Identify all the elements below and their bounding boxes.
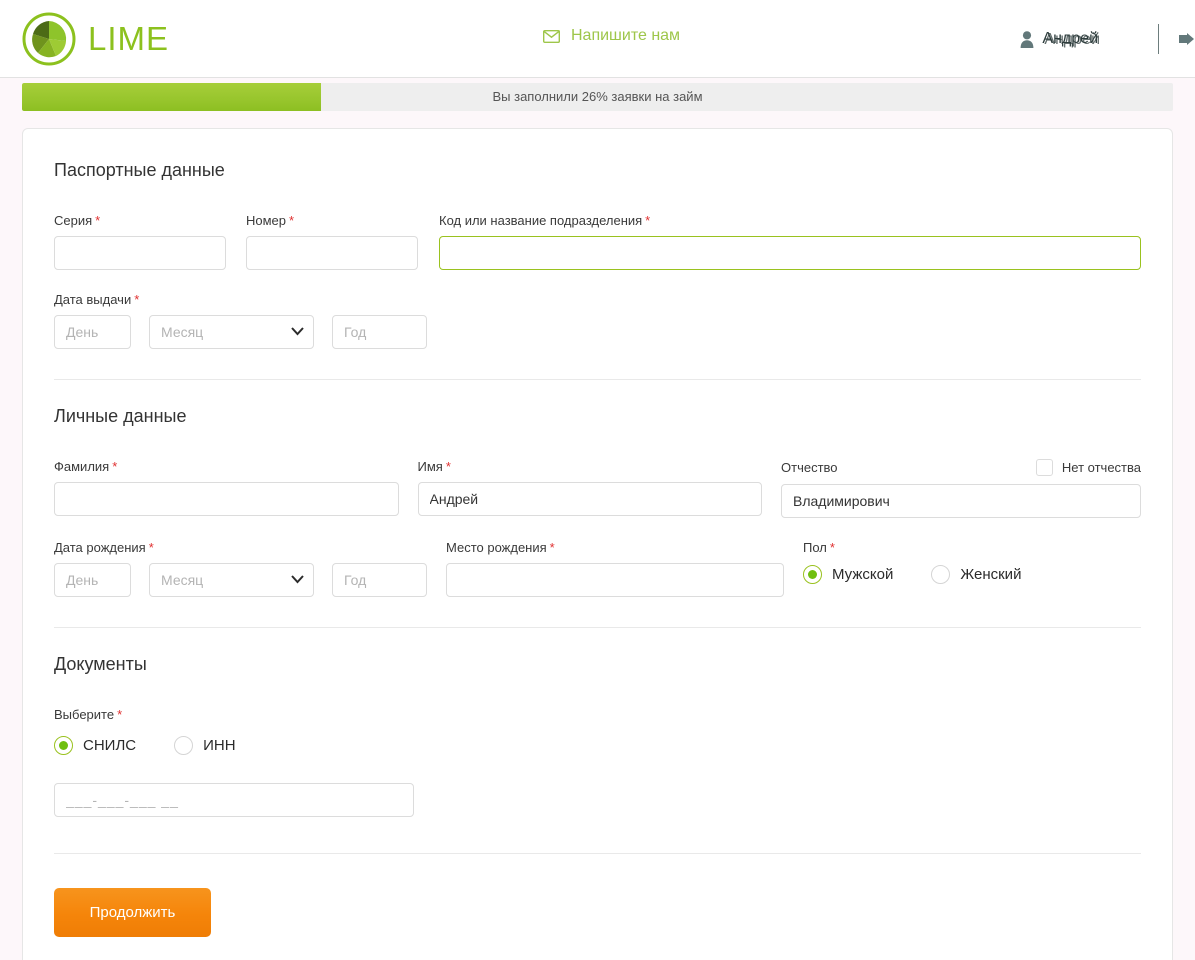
kod-input[interactable] — [439, 236, 1141, 270]
site-header: LIME Напишите нам Андрей — [0, 0, 1195, 78]
imya-input[interactable] — [417, 482, 762, 516]
user-name[interactable]: Андрей — [1042, 30, 1099, 49]
field-familiya: Фамилия * — [54, 459, 399, 516]
write-to-us-link[interactable]: Напишите нам — [543, 27, 680, 45]
mesto-rozhdeniya-label: Место рождения * — [446, 540, 555, 555]
header-divider — [1158, 24, 1159, 54]
required-marker: * — [112, 459, 118, 474]
personal-section-title: Личные данные — [54, 406, 187, 426]
nomer-input[interactable] — [246, 236, 418, 270]
mesto-rozhdeniya-input[interactable] — [446, 563, 784, 597]
documents-spacer — [54, 755, 1141, 775]
kod-label: Код или название подразделения * — [439, 213, 651, 228]
date-rozhdeniya-month-select[interactable]: Месяц — [149, 563, 314, 597]
passport-row-2: Дата выдачи* Месяц — [54, 292, 1141, 349]
radio-snils[interactable] — [54, 736, 73, 755]
divider-documents-submit — [54, 853, 1141, 854]
otchestvo-label: Отчество — [781, 460, 838, 475]
no-patronymic-checkbox[interactable] — [1035, 459, 1053, 476]
inn-label: ИНН — [203, 737, 236, 754]
documents-section-title: Документы — [54, 654, 147, 674]
otchestvo-header: Отчество Нет отчества — [781, 459, 1141, 476]
field-seria: Серия * — [54, 213, 226, 270]
write-to-us-label: Напишите нам — [571, 27, 681, 44]
field-imya: Имя * — [417, 459, 762, 516]
pol-radio-group: Мужской Женский — [803, 565, 1141, 584]
no-patronymic-label: Нет отчества — [1061, 460, 1141, 475]
divider-passport-personal — [54, 379, 1141, 380]
progress-track: Вы заполнили 26% заявки на займ — [22, 83, 1173, 111]
logout-icon — [1179, 33, 1194, 45]
no-patronymic-checkbox-row[interactable]: Нет отчества — [1035, 459, 1141, 476]
seria-input[interactable] — [54, 236, 226, 270]
date-rozhdeniya-day-input[interactable] — [54, 563, 131, 597]
otchestvo-input[interactable] — [781, 484, 1141, 518]
application-form-card: Паспортные данные Серия * Номер * Код или … — [22, 128, 1173, 960]
field-mesto-rozhdeniya: Место рождения * — [446, 540, 784, 597]
pol-female-label: Женский — [960, 566, 1022, 583]
section-personal: Личные данные Фамилия* Имя* Отчество — [54, 406, 1141, 597]
date-rozhdeniya-month-select-wrap: Месяц — [149, 563, 314, 597]
passport-section-title: Паспортные данные — [54, 160, 225, 180]
snils-label: СНИЛС — [83, 737, 137, 754]
required-marker: * — [445, 459, 451, 474]
field-document-type: Выберите * СНИЛС ИНН — [54, 707, 1141, 755]
document-type-radio-group: СНИЛС ИНН — [54, 736, 1141, 755]
date-vydachi-month-select[interactable]: Месяц — [149, 315, 314, 349]
vyberite-label: Выберите * — [54, 707, 123, 722]
application-progress: Вы заполнили 26% заявки на займ — [0, 83, 1195, 117]
user-icon — [1021, 30, 1034, 48]
document-option-inn[interactable]: ИНН — [174, 736, 236, 755]
pol-label: Пол * — [803, 540, 835, 555]
radio-male[interactable] — [803, 565, 822, 584]
familiya-label: Фамилия * — [54, 459, 118, 474]
section-documents: Документы Выберите * СНИЛС ИНН — [54, 654, 1141, 817]
date-vydachi-year-input[interactable] — [332, 315, 427, 349]
progress-label: Вы заполнили 26% заявки на займ — [492, 89, 703, 104]
required-marker: * — [117, 707, 123, 722]
pol-option-female[interactable]: Женский — [931, 565, 1021, 584]
field-date-vydachi: Дата выдачи* Месяц — [54, 292, 427, 349]
required-marker: * — [829, 540, 835, 555]
required-marker: * — [645, 213, 651, 228]
required-marker: * — [289, 213, 295, 228]
date-vydachi-month-select-wrap: Месяц — [149, 315, 314, 349]
pol-option-male[interactable]: Мужской — [803, 565, 893, 584]
field-pol: Пол * Мужской Женский — [803, 540, 1141, 584]
required-marker: * — [95, 213, 101, 228]
user-area: Андрей — [1020, 0, 1195, 78]
nomer-label: Номер * — [246, 213, 295, 228]
required-marker: * — [134, 292, 140, 307]
field-otchestvo: Отчество Нет отчества — [781, 459, 1141, 518]
radio-inn[interactable] — [174, 736, 194, 755]
section-passport: Паспортные данные Серия * Номер * Код или … — [54, 160, 1141, 349]
personal-row-2: Дата рождения* Месяц — [54, 540, 1141, 597]
date-rozhdeniya-label: Дата рождения * — [54, 540, 154, 555]
required-marker: * — [549, 540, 555, 555]
continue-button[interactable]: Продолжить — [54, 888, 211, 937]
logo[interactable]: LIME — [22, 12, 169, 66]
date-vydachi-day-input[interactable] — [54, 315, 131, 349]
personal-row-1: Фамилия* Имя* Отчество Нет отчества — [54, 459, 1141, 518]
passport-row-1: Серия * Номер * Код или название подраздел… — [54, 213, 1141, 270]
field-kod-podrazdeleniya: Код или название подразделения * — [439, 213, 1141, 270]
radio-female[interactable] — [931, 565, 951, 584]
imya-label: Имя * — [417, 459, 451, 474]
date-vydachi-label: Дата выдачи * — [54, 292, 140, 307]
snils-number-input[interactable] — [54, 783, 414, 817]
divider-personal-documents — [54, 627, 1141, 628]
lime-logo-icon — [22, 12, 76, 66]
logout-button[interactable] — [1179, 31, 1195, 47]
mail-icon — [543, 29, 560, 43]
required-marker: * — [148, 540, 154, 555]
document-option-snils[interactable]: СНИЛС — [54, 736, 136, 755]
familiya-input[interactable] — [54, 482, 399, 516]
field-nomer: Номер * — [246, 213, 418, 270]
field-date-rozhdeniya: Дата рождения* Месяц — [54, 540, 427, 597]
pol-male-label: Мужской — [832, 566, 894, 583]
brand-name: LIME — [88, 20, 170, 57]
date-rozhdeniya-year-input[interactable] — [332, 563, 427, 597]
seria-label: Серия * — [54, 213, 101, 228]
